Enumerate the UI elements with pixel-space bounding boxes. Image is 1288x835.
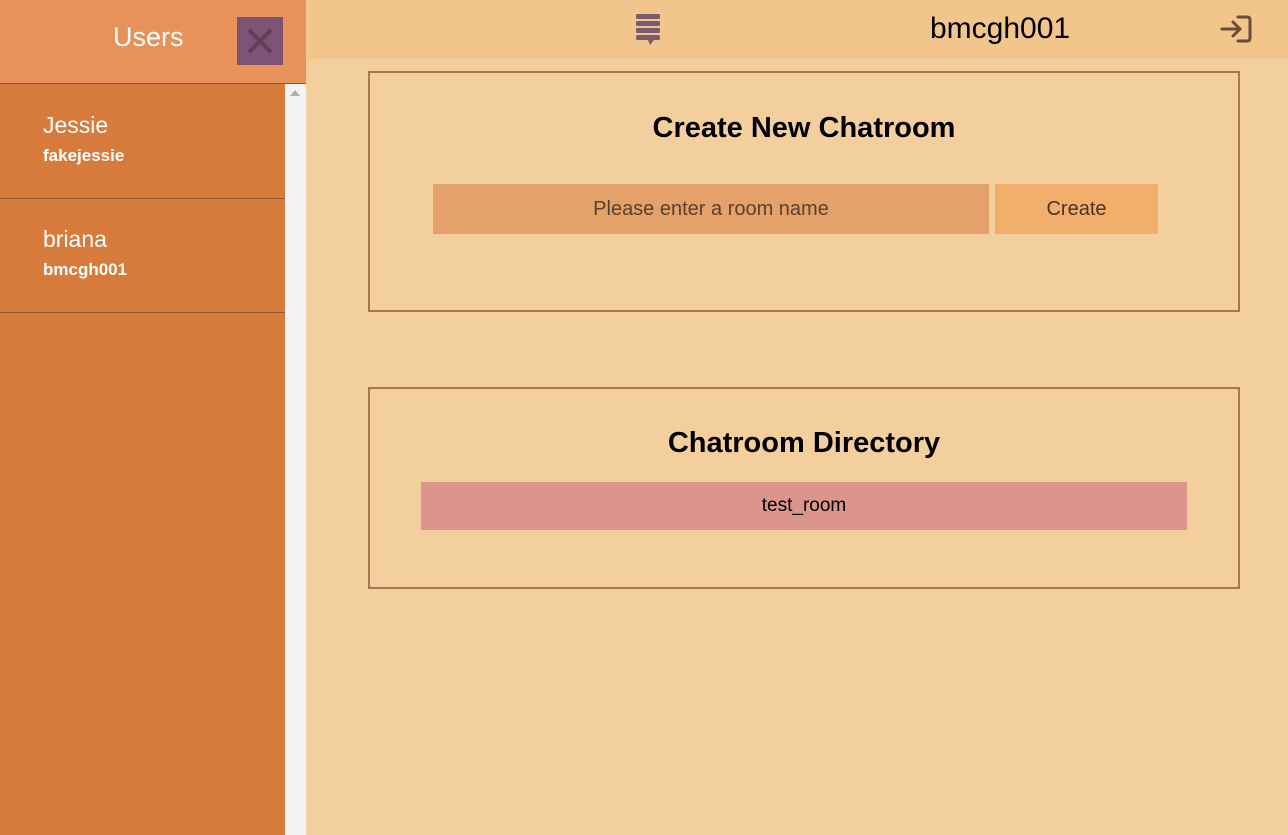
user-list-item[interactable]: briana bmcgh001: [0, 199, 285, 313]
user-display-name: Jessie: [43, 112, 109, 138]
user-display-name: briana: [43, 226, 107, 252]
scroll-up-arrow-icon[interactable]: [290, 90, 300, 96]
user-list-item[interactable]: Jessie fakejessie: [0, 85, 285, 199]
create-chatroom-title: Create New Chatroom: [652, 112, 956, 144]
logout-button[interactable]: [1220, 14, 1252, 49]
create-button[interactable]: Create: [995, 184, 1158, 234]
user-handle: bmcgh001: [43, 260, 128, 279]
close-sidebar-button[interactable]: [237, 17, 283, 65]
sidebar-header: Users: [0, 0, 306, 84]
sidebar-scrollbar[interactable]: [285, 84, 306, 835]
sign-in-icon: [1220, 15, 1252, 43]
close-icon: [247, 28, 273, 54]
user-handle: fakejessie: [43, 146, 125, 165]
chat-icon: [636, 14, 660, 45]
top-bar: bmcgh001: [306, 0, 1288, 59]
create-chatroom-panel: Create New Chatroom Create: [368, 71, 1240, 312]
room-name-input[interactable]: [433, 184, 989, 234]
chatroom-list-item[interactable]: test_room: [421, 482, 1187, 530]
sidebar-title: Users: [113, 22, 184, 52]
chatroom-directory-title: Chatroom Directory: [667, 427, 941, 459]
current-username: bmcgh001: [930, 12, 1071, 45]
chatrooms-button[interactable]: [636, 14, 660, 51]
users-sidebar: Jessie fakejessie briana bmcgh001: [0, 0, 285, 835]
chatroom-directory-panel: Chatroom Directory test_room: [368, 387, 1240, 589]
